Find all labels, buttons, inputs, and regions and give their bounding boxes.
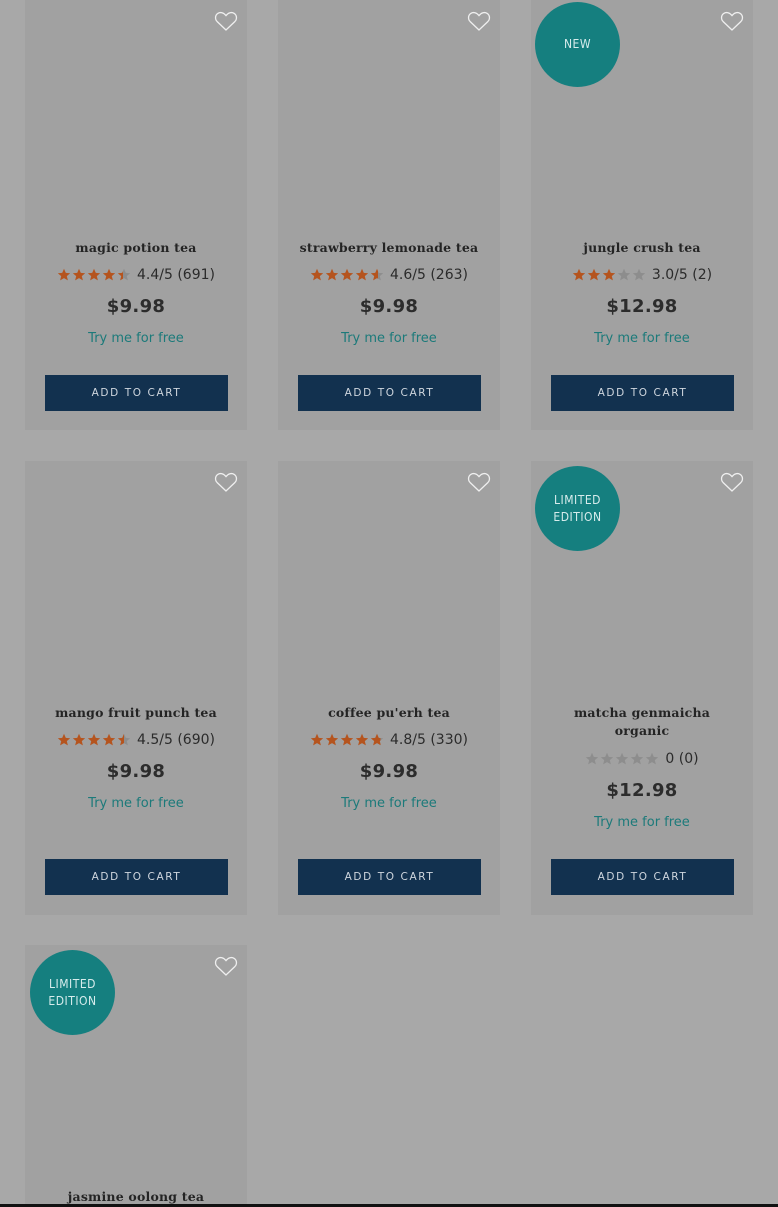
add-to-cart-button[interactable]: ADD TO CART [551, 859, 734, 895]
heart-outline-icon[interactable] [467, 10, 491, 32]
product-price: $9.98 [359, 296, 419, 317]
star-icon [572, 268, 586, 281]
product-card[interactable]: magic potion tea 4.4/5 (691) $9.98 Try m… [25, 0, 247, 430]
star-icon [370, 268, 384, 281]
product-name[interactable]: strawberry lemonade tea [278, 239, 500, 257]
star-icon [87, 733, 101, 746]
star-icon [102, 733, 116, 746]
star-rating [57, 733, 131, 747]
star-icon [355, 268, 369, 281]
star-icon [310, 733, 324, 746]
rating-text: 0 (0) [665, 751, 699, 767]
star-icon [325, 733, 339, 746]
add-to-cart-button[interactable]: ADD TO CART [298, 375, 481, 411]
rating-text: 3.0/5 (2) [651, 267, 713, 283]
product-rating: 4.5/5 (690) [25, 732, 247, 748]
product-card[interactable]: LIMITED EDITION matcha genmaicha organic… [531, 461, 753, 915]
try-free-link[interactable]: Try me for free [25, 796, 247, 811]
star-icon [632, 268, 646, 281]
star-icon [340, 733, 354, 746]
star-icon [370, 733, 384, 746]
star-icon [646, 752, 659, 765]
product-rating: 4.6/5 (263) [278, 267, 500, 283]
star-icon [587, 268, 601, 281]
product-price: $12.98 [606, 296, 678, 317]
product-name[interactable]: coffee pu'erh tea [278, 704, 500, 722]
product-card[interactable]: NEW jungle crush tea 3.0/5 (2) $12.98 Tr… [531, 0, 753, 430]
product-name[interactable]: jungle crush tea [531, 239, 753, 257]
heart-outline-icon[interactable] [214, 471, 238, 493]
new-badge: NEW [535, 2, 620, 87]
product-card[interactable]: LIMITED EDITION jasmine oolong tea [25, 945, 247, 1207]
star-icon [117, 733, 131, 746]
product-name[interactable]: magic potion tea [25, 239, 247, 257]
heart-outline-icon[interactable] [720, 10, 744, 32]
star-icon [72, 268, 86, 281]
product-price: $9.98 [359, 761, 419, 782]
star-icon [102, 268, 116, 281]
product-card[interactable]: coffee pu'erh tea 4.8/5 (330) $9.98 Try … [278, 461, 500, 915]
star-icon [586, 752, 599, 765]
star-rating [572, 268, 646, 282]
star-icon [617, 268, 631, 281]
product-rating: 4.8/5 (330) [278, 732, 500, 748]
rating-text: 4.8/5 (330) [390, 732, 468, 748]
limited-edition-badge: LIMITED EDITION [535, 466, 620, 551]
star-icon [310, 268, 324, 281]
star-icon [325, 268, 339, 281]
product-name[interactable]: mango fruit punch tea [25, 704, 247, 722]
try-free-link[interactable]: Try me for free [278, 796, 500, 811]
star-rating [310, 733, 384, 747]
try-free-link[interactable]: Try me for free [25, 331, 247, 346]
add-to-cart-button[interactable]: ADD TO CART [45, 375, 228, 411]
try-free-link[interactable]: Try me for free [531, 815, 753, 830]
try-free-link[interactable]: Try me for free [278, 331, 500, 346]
try-free-link[interactable]: Try me for free [531, 331, 753, 346]
add-to-cart-button[interactable]: ADD TO CART [551, 375, 734, 411]
product-card[interactable]: mango fruit punch tea 4.5/5 (690) $9.98 … [25, 461, 247, 915]
star-icon [616, 752, 629, 765]
star-icon [602, 268, 616, 281]
product-card[interactable]: strawberry lemonade tea 4.6/5 (263) $9.9… [278, 0, 500, 430]
add-to-cart-button[interactable]: ADD TO CART [45, 859, 228, 895]
product-rating: 0 (0) [531, 751, 753, 767]
heart-outline-icon[interactable] [214, 10, 238, 32]
add-to-cart-button[interactable]: ADD TO CART [298, 859, 481, 895]
star-rating [585, 752, 659, 766]
heart-outline-icon[interactable] [720, 471, 744, 493]
product-rating: 3.0/5 (2) [531, 267, 753, 283]
star-rating [57, 268, 131, 282]
star-icon [72, 733, 86, 746]
rating-text: 4.6/5 (263) [390, 267, 468, 283]
limited-edition-badge: LIMITED EDITION [30, 950, 115, 1035]
rating-text: 4.5/5 (690) [137, 732, 215, 748]
product-price: $9.98 [106, 296, 166, 317]
product-name[interactable]: matcha genmaicha organic [531, 704, 753, 740]
product-price: $9.98 [106, 761, 166, 782]
rating-text: 4.4/5 (691) [137, 267, 215, 283]
star-icon [57, 268, 71, 281]
heart-outline-icon[interactable] [214, 955, 238, 977]
star-icon [355, 733, 369, 746]
star-icon [601, 752, 614, 765]
star-icon [57, 733, 71, 746]
product-rating: 4.4/5 (691) [25, 267, 247, 283]
product-grid: magic potion tea 4.4/5 (691) $9.98 Try m… [0, 0, 778, 1207]
heart-outline-icon[interactable] [467, 471, 491, 493]
star-icon [117, 268, 131, 281]
star-icon [87, 268, 101, 281]
product-price: $12.98 [606, 780, 678, 801]
star-icon [340, 268, 354, 281]
star-rating [310, 268, 384, 282]
star-icon [631, 752, 644, 765]
